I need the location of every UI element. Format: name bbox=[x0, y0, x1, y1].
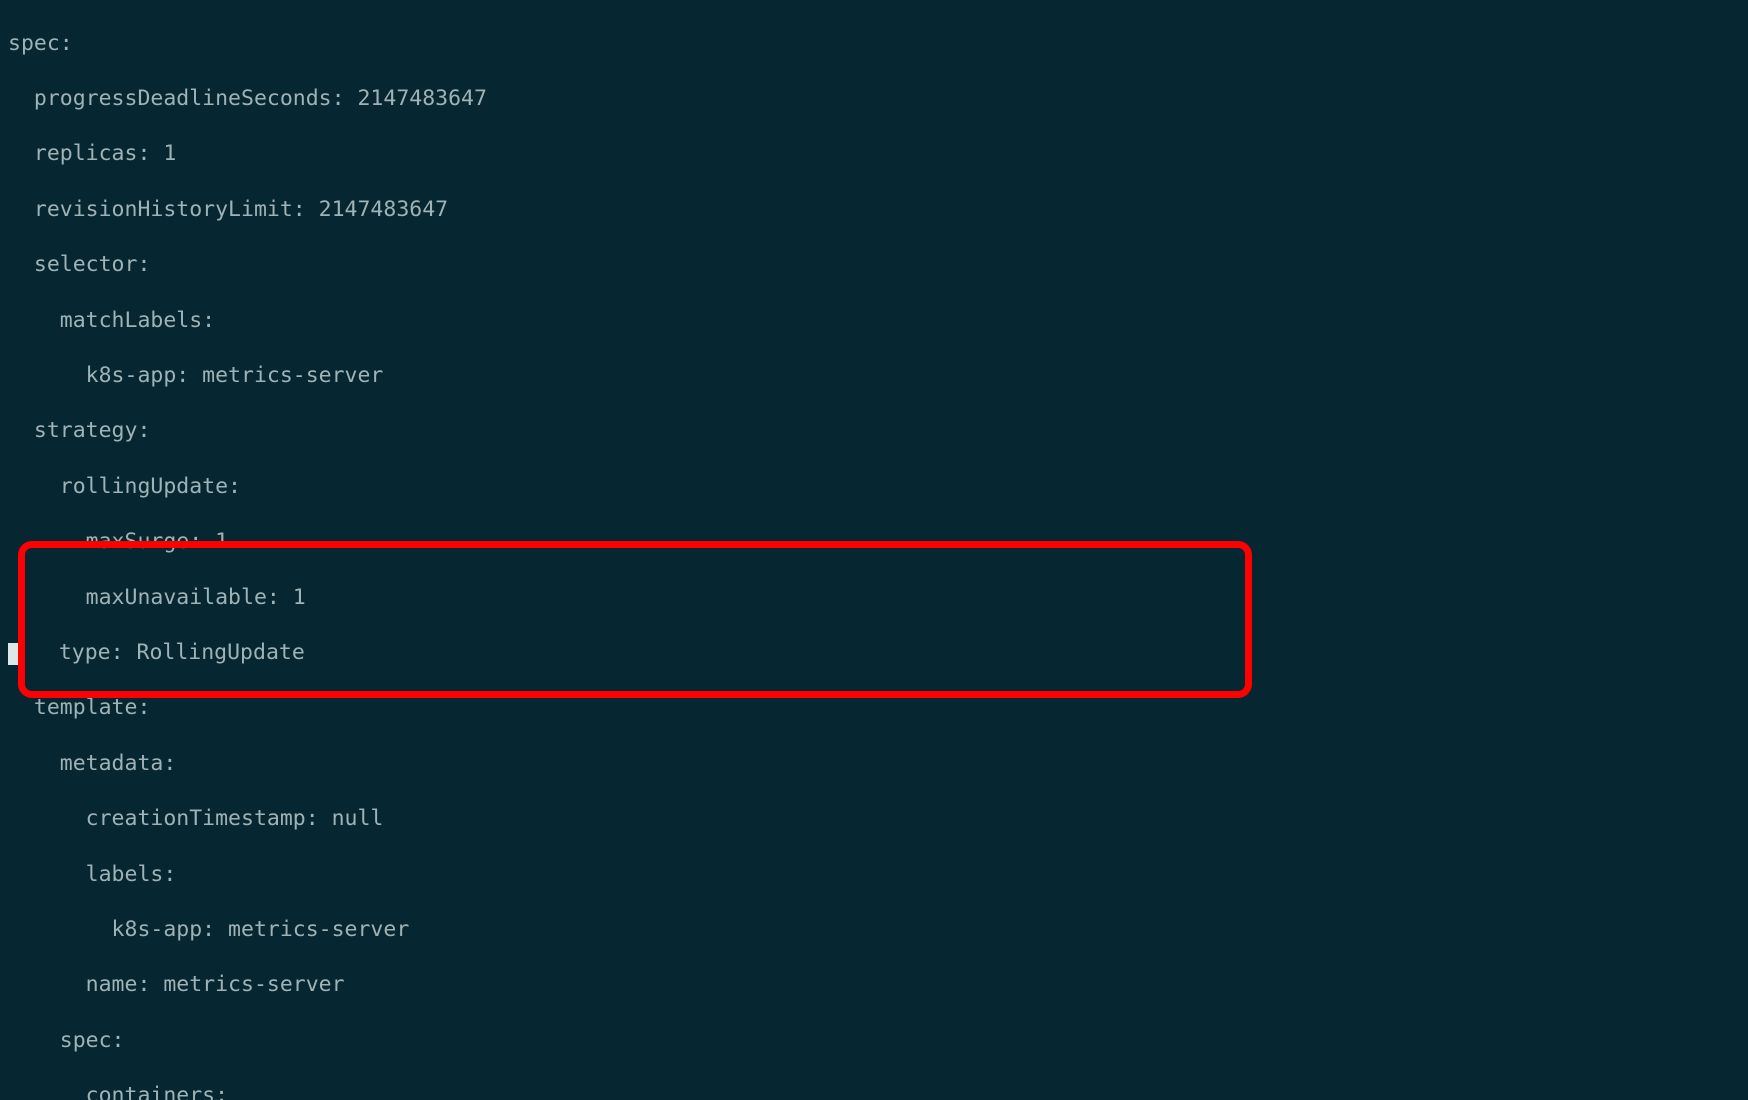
code-line: maxUnavailable: 1 bbox=[8, 584, 1748, 612]
code-line: selector: bbox=[8, 251, 1748, 279]
code-line: spec: bbox=[8, 30, 1748, 58]
code-line: name: metrics-server bbox=[8, 971, 1748, 999]
code-line: strategy: bbox=[8, 417, 1748, 445]
code-line: labels: bbox=[8, 861, 1748, 889]
code-line: containers: bbox=[8, 1082, 1748, 1100]
code-line: template: bbox=[8, 694, 1748, 722]
terminal-editor[interactable]: spec: progressDeadlineSeconds: 214748364… bbox=[0, 0, 1748, 1100]
code-line: revisionHistoryLimit: 2147483647 bbox=[8, 196, 1748, 224]
code-line: matchLabels: bbox=[8, 307, 1748, 335]
code-line-cursor: type: RollingUpdate bbox=[8, 639, 1748, 667]
text-cursor bbox=[8, 643, 20, 665]
code-line: rollingUpdate: bbox=[8, 473, 1748, 501]
annotation-highlight-box bbox=[18, 541, 1252, 698]
code-line: progressDeadlineSeconds: 2147483647 bbox=[8, 85, 1748, 113]
code-line: metadata: bbox=[8, 750, 1748, 778]
code-line: creationTimestamp: null bbox=[8, 805, 1748, 833]
code-line: maxSurge: 1 bbox=[8, 528, 1748, 556]
code-line: k8s-app: metrics-server bbox=[8, 916, 1748, 944]
code-line: k8s-app: metrics-server bbox=[8, 362, 1748, 390]
code-line: spec: bbox=[8, 1027, 1748, 1055]
code-line: replicas: 1 bbox=[8, 140, 1748, 168]
